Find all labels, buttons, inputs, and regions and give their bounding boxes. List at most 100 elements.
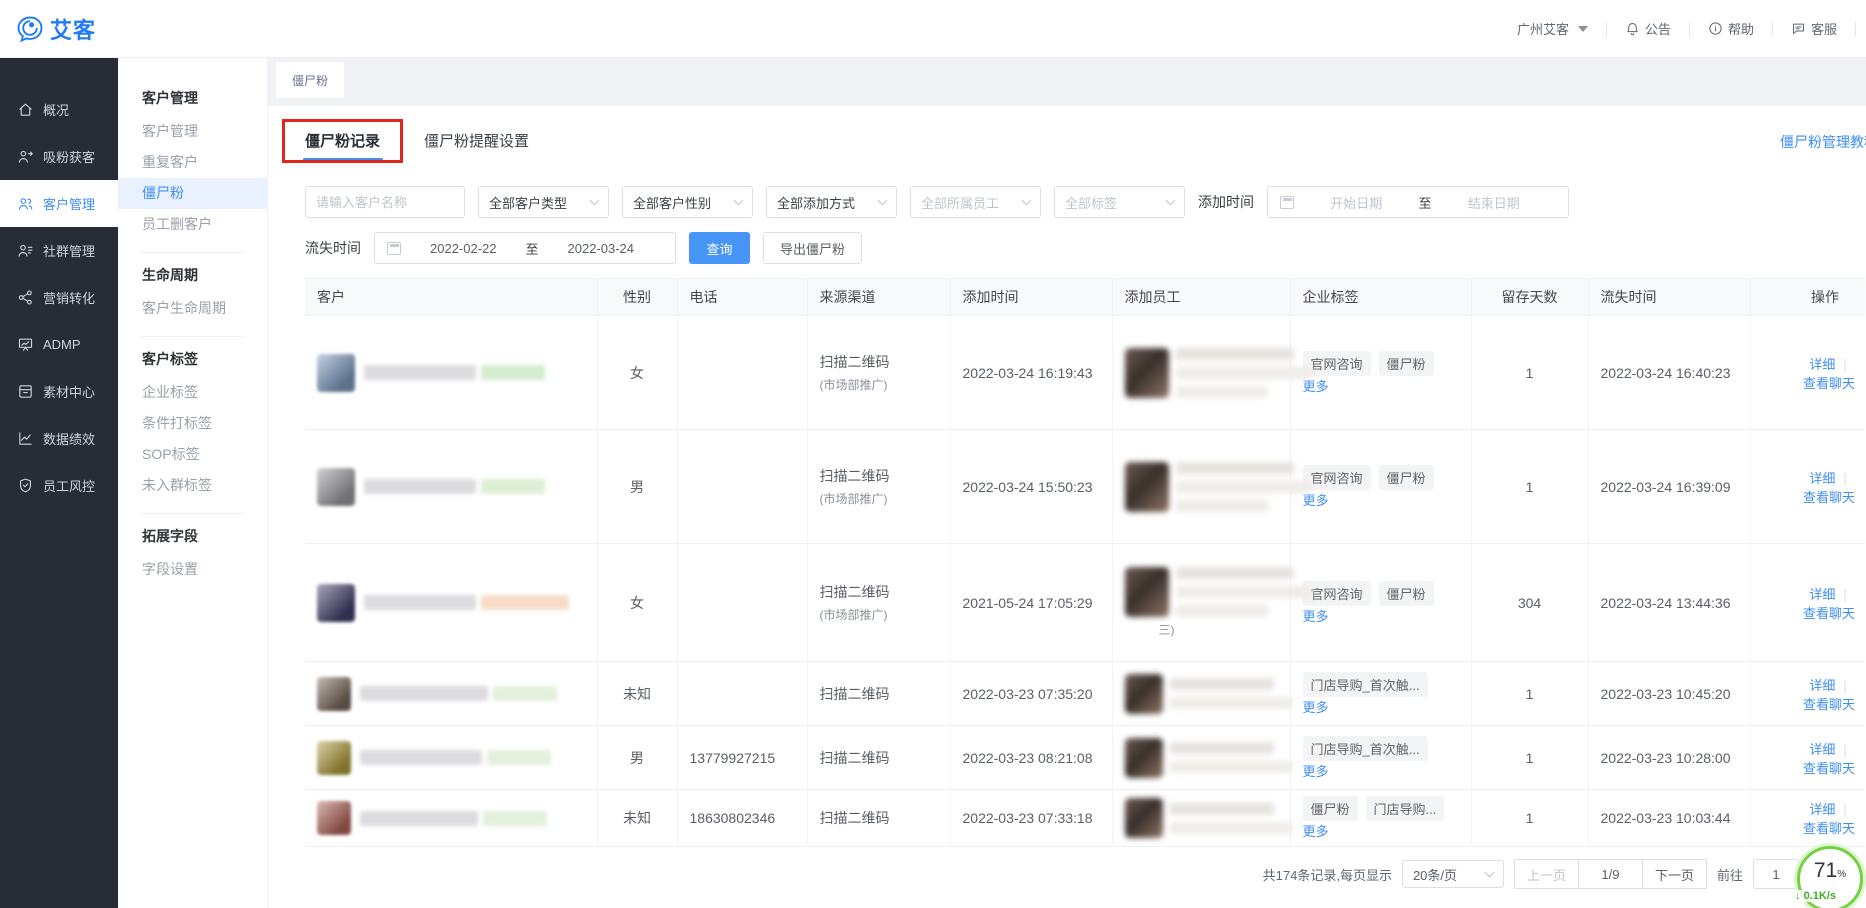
tag-pill: 官网咨询 [1303, 351, 1371, 376]
select-value: 全部所属员工 [921, 193, 999, 212]
sidebar-item-community[interactable]: 社群管理 [0, 227, 118, 274]
support-button[interactable]: 客服 [1773, 19, 1855, 38]
source-sub-value: (市场部推广) [820, 606, 938, 623]
customer-name-blur [364, 479, 545, 494]
date-range-to: 至 [526, 239, 539, 258]
detail-link[interactable]: 详细 [1809, 742, 1835, 757]
view-chat-link[interactable]: 查看聊天 [1803, 490, 1855, 505]
divider: | [1843, 741, 1847, 757]
employee-blur [1125, 462, 1278, 512]
sidebar-item-acquisition[interactable]: 吸粉获客 [0, 133, 118, 180]
view-chat-link[interactable]: 查看聊天 [1803, 761, 1855, 776]
goto-page-input[interactable] [1753, 859, 1799, 889]
add-method-select[interactable]: 全部添加方式 [766, 186, 897, 218]
page-size-value: 20条/页 [1413, 865, 1457, 884]
submenu-item-corp-tags[interactable]: 企业标签 [142, 377, 267, 408]
sidebar-item-admp[interactable]: ADMP [0, 321, 118, 368]
submenu-item-sop-tags[interactable]: SOP标签 [142, 439, 267, 470]
customer-gender-select[interactable]: 全部客户性别 [622, 186, 753, 218]
customer-type-select[interactable]: 全部客户类型 [478, 186, 609, 218]
info-icon [1708, 21, 1723, 36]
source-value: 扫描二维码 [820, 466, 938, 486]
chevron-down-icon [1166, 195, 1176, 205]
announcements-button[interactable]: 公告 [1607, 19, 1689, 38]
submenu-item-employee-deleted[interactable]: 员工删客户 [142, 209, 267, 240]
export-zombie-fans-button[interactable]: 导出僵尸粉 [763, 232, 862, 264]
zombie-fan-guide-link[interactable]: 僵尸粉管理教程 [1780, 132, 1866, 152]
sidebar-item-risk-control[interactable]: 员工风控 [0, 462, 118, 509]
prev-page-button[interactable]: 上一页 [1514, 859, 1579, 889]
submenu-item-duplicate-customers[interactable]: 重复客户 [142, 147, 267, 178]
search-button[interactable]: 查询 [689, 232, 750, 264]
detail-link[interactable]: 详细 [1809, 357, 1835, 372]
view-chat-link[interactable]: 查看聊天 [1803, 821, 1855, 836]
page-size-select[interactable]: 20条/页 [1402, 860, 1504, 888]
submenu-item-not-in-group-tags[interactable]: 未入群标签 [142, 470, 267, 501]
view-chat-link[interactable]: 查看聊天 [1803, 606, 1855, 621]
tag-pill: 僵尸粉 [1303, 796, 1358, 821]
sidebar-item-label: 吸粉获客 [43, 147, 95, 166]
logo-text: 艾客 [50, 13, 96, 45]
download-progress-widget[interactable]: 71% ↓ 0.1K/s [1797, 846, 1863, 908]
tag-select[interactable]: 全部标签 [1054, 186, 1185, 218]
phone-value: 18630802346 [677, 790, 807, 847]
detail-link[interactable]: 详细 [1809, 678, 1835, 693]
chevron-down-icon [734, 195, 744, 205]
tab-zombie-fan-reminder-settings[interactable]: 僵尸粉提醒设置 [424, 130, 529, 167]
help-button[interactable]: 帮助 [1690, 19, 1772, 38]
submenu-item-zombie-fans[interactable]: 僵尸粉 [118, 178, 268, 209]
employee-blur [1125, 348, 1278, 398]
source-sub-value: (市场部推广) [820, 490, 938, 507]
view-chat-link[interactable]: 查看聊天 [1803, 697, 1855, 712]
lost-start-date: 2022-02-22 [401, 241, 526, 256]
customer-name-blur [360, 750, 551, 765]
owner-employee-select[interactable]: 全部所属员工 [910, 186, 1041, 218]
sidebar-item-overview[interactable]: 概况 [0, 86, 118, 133]
tab-zombie-fan-records[interactable]: 僵尸粉记录 [305, 130, 380, 167]
table-row: 未知 扫描二维码 2022-03-23 07:35:20 门店导购_首次触...… [305, 662, 1865, 726]
workspace-switcher[interactable]: 广州艾客 [1499, 19, 1606, 38]
submenu-item-lifecycle[interactable]: 客户生命周期 [142, 293, 267, 324]
gender-value: 女 [597, 316, 677, 430]
primary-sidebar: 概况 吸粉获客 客户管理 社群管理 营销转化 ADMP 素材中心 数据绩效 [0, 58, 118, 908]
col-header-retention-days: 留存天数 [1471, 279, 1588, 316]
lost-time-value: 2022-03-23 10:45:20 [1588, 662, 1750, 726]
divider: | [1843, 470, 1847, 486]
more-tags-link[interactable]: 更多 [1303, 824, 1329, 839]
submenu-item-field-settings[interactable]: 字段设置 [142, 554, 267, 585]
detail-link[interactable]: 详细 [1809, 802, 1835, 817]
tag-pill: 僵尸粉 [1379, 465, 1434, 490]
start-date-placeholder: 开始日期 [1294, 193, 1419, 212]
lost-end-date: 2022-03-24 [539, 241, 664, 256]
next-page-button[interactable]: 下一页 [1643, 859, 1707, 889]
add-time-range-picker[interactable]: 开始日期 至 结束日期 [1267, 186, 1569, 218]
sidebar-item-performance[interactable]: 数据绩效 [0, 415, 118, 462]
detail-link[interactable]: 详细 [1809, 587, 1835, 602]
sidebar-item-marketing[interactable]: 营销转化 [0, 274, 118, 321]
table-row: 男 扫描二维码 (市场部推广) 2022-03-24 15:50:23 官网咨询… [305, 430, 1865, 544]
lost-time-range-picker[interactable]: 2022-02-22 至 2022-03-24 [374, 232, 676, 264]
source-value: 扫描二维码 [820, 582, 938, 602]
submenu-item-customer-management[interactable]: 客户管理 [142, 116, 267, 147]
source-value: 扫描二维码 [820, 352, 938, 372]
tag-pill: 官网咨询 [1303, 465, 1371, 490]
customer-name-blur [360, 811, 547, 826]
view-chat-link[interactable]: 查看聊天 [1803, 376, 1855, 391]
date-range-to: 至 [1419, 193, 1432, 212]
sidebar-item-materials[interactable]: 素材中心 [0, 368, 118, 415]
more-tags-link[interactable]: 更多 [1303, 700, 1329, 715]
more-tags-link[interactable]: 更多 [1303, 764, 1329, 779]
pagination-bar: 共174条记录,每页显示 20条/页 上一页 1/9 下一页 前往 [305, 859, 1865, 889]
gender-value: 未知 [597, 790, 677, 847]
submenu-item-condition-tags[interactable]: 条件打标签 [142, 408, 267, 439]
sidebar-item-customer-management[interactable]: 客户管理 [0, 180, 118, 227]
board-icon [17, 336, 34, 353]
col-header-phone: 电话 [677, 279, 807, 316]
detail-link[interactable]: 详细 [1809, 471, 1835, 486]
added-time-value: 2022-03-23 07:35:20 [950, 662, 1112, 726]
progress-percent: 71 [1814, 859, 1837, 882]
customer-name-input[interactable] [305, 186, 465, 218]
percent-symbol: % [1837, 869, 1846, 880]
page-tab-zombie-fans[interactable]: 僵尸粉 [276, 62, 344, 98]
divider [140, 252, 243, 253]
